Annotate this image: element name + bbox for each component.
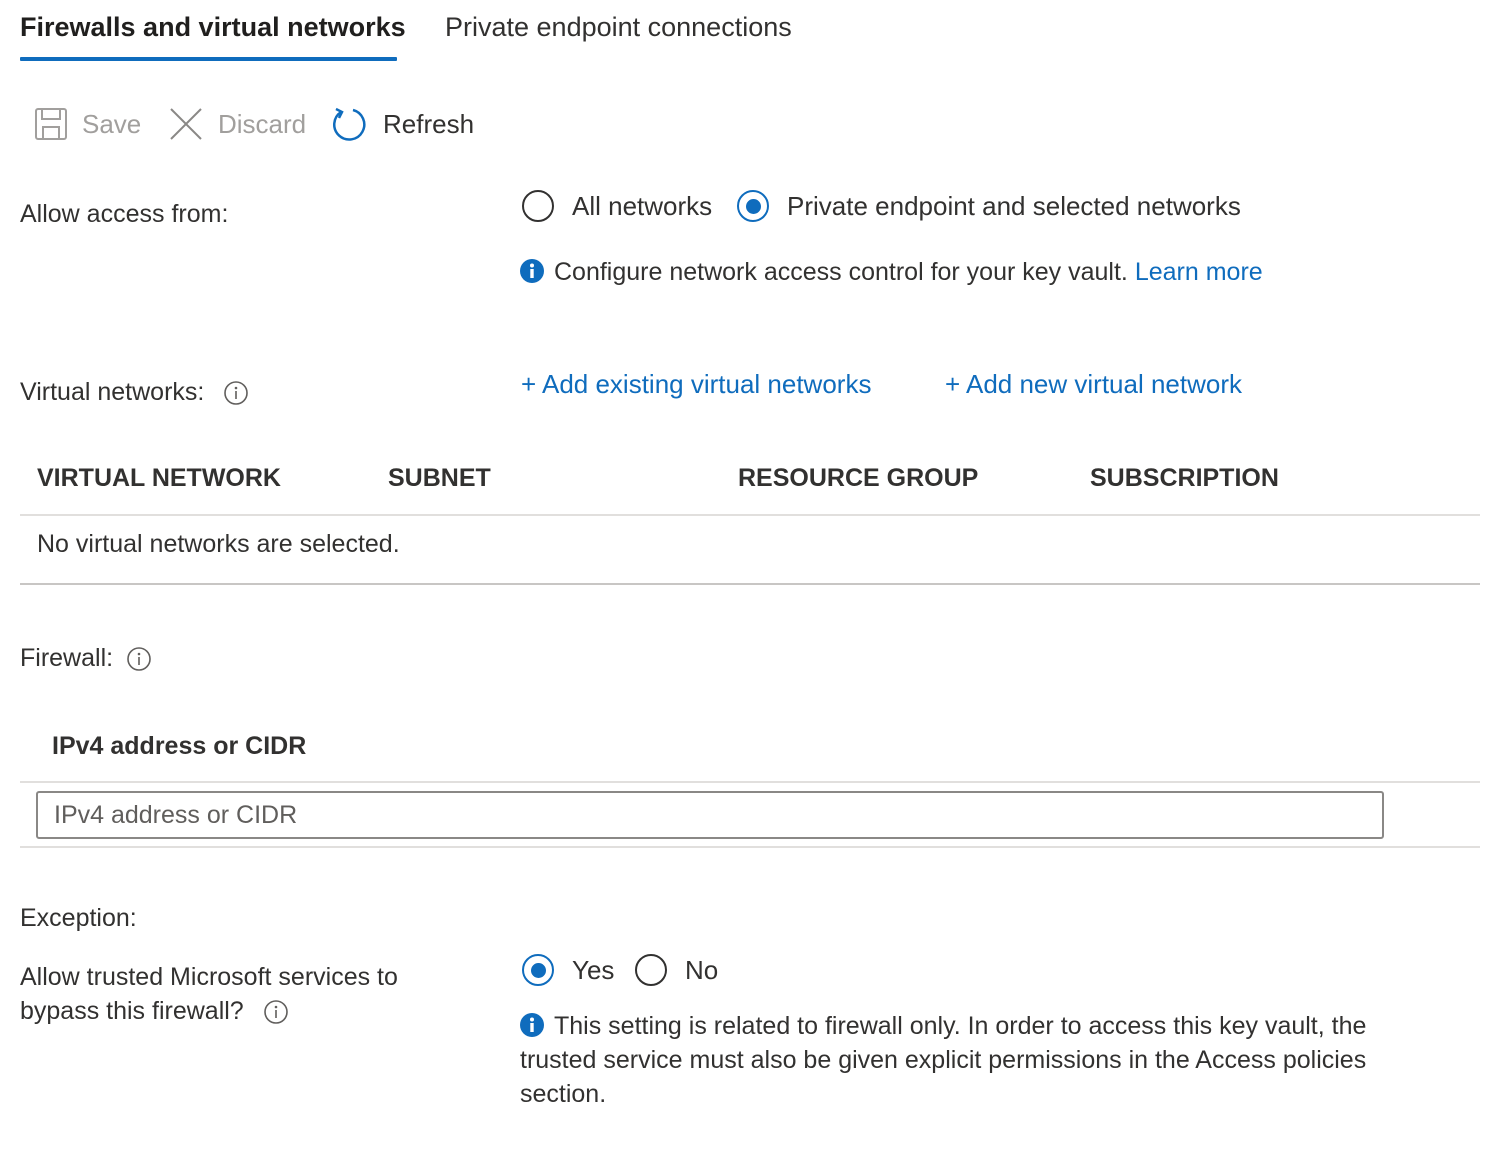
save-button[interactable]: Save (34, 104, 141, 144)
radio-exception-no-label: No (685, 954, 719, 985)
add-existing-virtual-networks-link[interactable]: + Add existing virtual networks (521, 369, 871, 400)
exception-info-line1: This setting is related to firewall only… (520, 1009, 1480, 1043)
tab-private-endpoint-connections[interactable]: Private endpoint connections (445, 10, 792, 44)
radio-all-networks-circle[interactable] (522, 190, 554, 222)
learn-more-link[interactable]: Learn more (1135, 258, 1263, 286)
info-outline-icon[interactable] (223, 380, 249, 406)
save-icon (34, 107, 68, 141)
add-new-virtual-network-link[interactable]: + Add new virtual network (945, 369, 1242, 400)
column-header-virtual-network: VIRTUAL NETWORK (37, 464, 281, 492)
radio-exception-yes[interactable]: Yes (522, 954, 614, 986)
firewall-label-text: Firewall: (20, 644, 114, 672)
refresh-icon (331, 106, 367, 142)
active-tab-indicator (20, 57, 397, 61)
radio-all-networks-label: All networks (572, 190, 713, 221)
trusted-services-question-line1: Allow trusted Microsoft services to (20, 963, 398, 991)
ipv4-address-input[interactable] (36, 791, 1384, 839)
radio-exception-no-circle[interactable] (635, 954, 667, 986)
column-header-subnet: SUBNET (388, 464, 491, 492)
column-header-subscription: SUBSCRIPTION (1090, 464, 1279, 492)
access-info-text: Configure network access control for you… (554, 258, 1128, 286)
exception-info-line1-text: This setting is related to firewall only… (554, 1012, 1367, 1040)
column-header-ipv4: IPv4 address or CIDR (52, 732, 307, 760)
tab-firewalls-and-virtual-networks[interactable]: Firewalls and virtual networks (20, 10, 406, 44)
discard-label: Discard (218, 108, 307, 139)
info-icon (520, 259, 544, 283)
empty-virtual-networks-message: No virtual networks are selected. (37, 530, 400, 558)
allow-access-label: Allow access from: (20, 200, 229, 228)
radio-exception-no[interactable]: No (635, 954, 718, 986)
radio-exception-yes-circle[interactable] (522, 954, 554, 986)
exception-label: Exception: (20, 904, 137, 932)
radio-exception-yes-label: Yes (572, 954, 615, 985)
virtual-networks-label: Virtual networks: (20, 375, 249, 409)
close-icon (168, 106, 204, 142)
firewall-label: Firewall: (20, 641, 152, 675)
table-header-divider (20, 514, 1480, 516)
info-outline-icon[interactable] (263, 999, 289, 1025)
exception-info-message: This setting is related to firewall only… (520, 1009, 1480, 1111)
save-label: Save (82, 108, 142, 139)
discard-button[interactable]: Discard (168, 104, 306, 144)
firewall-bottom-divider (20, 846, 1480, 848)
trusted-services-question-line2: bypass this firewall? (20, 994, 289, 1028)
refresh-label: Refresh (383, 108, 475, 139)
info-outline-icon[interactable] (126, 646, 152, 672)
trusted-services-question-text: bypass this firewall? (20, 997, 244, 1025)
refresh-button[interactable]: Refresh (331, 104, 474, 144)
radio-private-endpoint-circle[interactable] (737, 190, 769, 222)
access-info-message: Configure network access control for you… (520, 255, 1263, 289)
radio-private-endpoint-label: Private endpoint and selected networks (787, 190, 1241, 221)
virtual-networks-label-text: Virtual networks: (20, 378, 205, 406)
radio-private-endpoint[interactable]: Private endpoint and selected networks (737, 190, 1241, 222)
info-icon (520, 1013, 544, 1037)
exception-info-line3: section. (520, 1080, 607, 1108)
radio-all-networks[interactable]: All networks (522, 190, 712, 222)
column-header-resource-group: RESOURCE GROUP (738, 464, 979, 492)
firewall-header-divider (20, 781, 1480, 783)
exception-info-line2: trusted service must also be given expli… (520, 1046, 1367, 1074)
table-bottom-divider (20, 583, 1480, 585)
